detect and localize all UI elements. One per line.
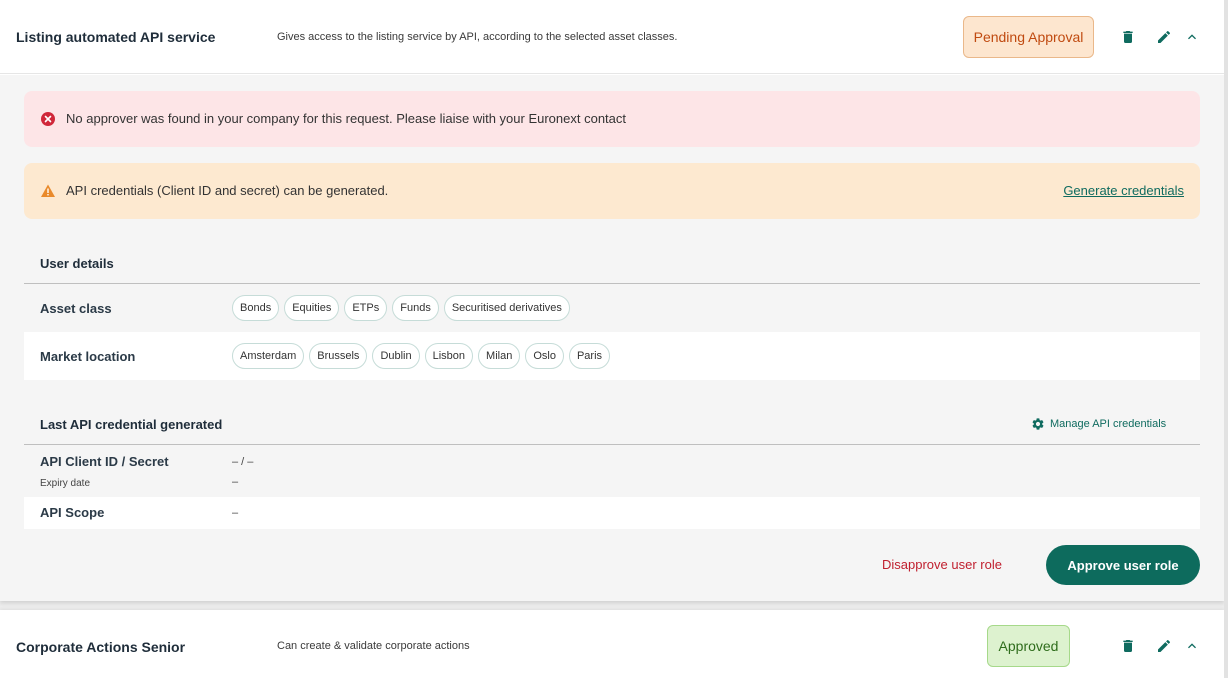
error-circle-icon: [41, 112, 55, 126]
status-badge-pending: Pending Approval: [963, 16, 1094, 58]
api-client-id-value: – / –: [232, 456, 254, 468]
error-alert: No approver was found in your company fo…: [24, 91, 1200, 147]
role-title: Listing automated API service: [16, 29, 216, 45]
chip-asset-class: Funds: [392, 295, 439, 321]
gear-icon: [1032, 418, 1044, 430]
market-location-row: Market location Amsterdam Brussels Dubli…: [24, 332, 1200, 380]
warning-alert: API credentials (Client ID and secret) c…: [24, 163, 1200, 219]
credentials-title: Last API credential generated: [40, 417, 223, 432]
market-location-label: Market location: [40, 349, 136, 364]
role-description: Can create & validate corporate actions: [277, 640, 470, 652]
disapprove-user-role-button[interactable]: Disapprove user role: [882, 557, 1002, 572]
asset-class-label: Asset class: [40, 301, 112, 316]
role-card-body: No approver was found in your company fo…: [0, 75, 1224, 601]
api-scope-value: –: [232, 507, 239, 519]
edit-button[interactable]: [1155, 28, 1173, 46]
chip-market-location: Oslo: [525, 343, 564, 369]
scrollbar[interactable]: [1224, 0, 1228, 678]
asset-class-chips: Bonds Equities ETPs Funds Securitised de…: [232, 295, 570, 321]
expand-button[interactable]: [1183, 637, 1201, 655]
role-card-listing-api: Listing automated API service Gives acce…: [0, 0, 1224, 601]
warning-triangle-icon: [41, 184, 55, 197]
market-location-chips: Amsterdam Brussels Dublin Lisbon Milan O…: [232, 343, 611, 369]
trash-icon: [1123, 640, 1133, 652]
user-details-title: User details: [40, 256, 114, 271]
chip-market-location: Amsterdam: [232, 343, 305, 369]
manage-api-credentials-link[interactable]: Manage API credentials: [1031, 417, 1166, 431]
api-scope-label: API Scope: [40, 505, 105, 520]
chevron-up-icon: [1188, 34, 1196, 40]
api-scope-row: API Scope –: [24, 497, 1200, 529]
chip-asset-class: Bonds: [232, 295, 280, 321]
expiry-date-value: –: [232, 476, 239, 488]
chip-market-location: Milan: [478, 343, 521, 369]
chip-asset-class: ETPs: [344, 295, 388, 321]
api-client-id-label: API Client ID / Secret: [40, 454, 169, 469]
role-card-header[interactable]: Listing automated API service Gives acce…: [0, 0, 1224, 74]
generate-credentials-link[interactable]: Generate credentials: [1063, 183, 1184, 198]
role-title: Corporate Actions Senior: [16, 639, 186, 655]
asset-class-row: Asset class Bonds Equities ETPs Funds Se…: [24, 284, 1200, 332]
pencil-icon: [1158, 639, 1171, 652]
chevron-up-icon: [1188, 643, 1196, 649]
chip-market-location: Paris: [568, 343, 611, 369]
collapse-button[interactable]: [1183, 28, 1201, 46]
status-badge-approved: Approved: [987, 625, 1070, 667]
chip-market-location: Lisbon: [424, 343, 474, 369]
pencil-icon: [1158, 30, 1171, 43]
chip-asset-class: Securitised derivatives: [443, 295, 570, 321]
edit-button[interactable]: [1155, 637, 1173, 655]
divider: [24, 444, 1200, 445]
approve-user-role-button[interactable]: Approve user role: [1046, 545, 1200, 585]
manage-api-credentials-label: Manage API credentials: [1050, 418, 1167, 430]
error-alert-text: No approver was found in your company fo…: [66, 111, 627, 126]
chip-asset-class: Equities: [284, 295, 340, 321]
delete-button[interactable]: [1119, 28, 1137, 46]
warning-alert-text: API credentials (Client ID and secret) c…: [66, 183, 389, 198]
role-description: Gives access to the listing service by A…: [277, 31, 678, 43]
expiry-date-label: Expiry date: [40, 478, 91, 489]
delete-button[interactable]: [1119, 637, 1137, 655]
trash-icon: [1123, 31, 1133, 43]
chip-market-location: Brussels: [309, 343, 368, 369]
chip-market-location: Dublin: [372, 343, 420, 369]
